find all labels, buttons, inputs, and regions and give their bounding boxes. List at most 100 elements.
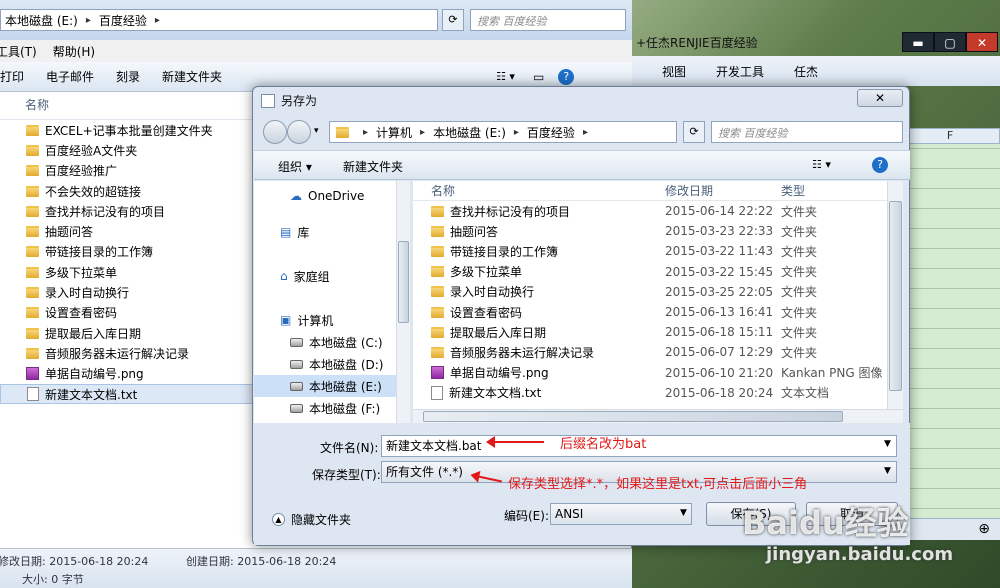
list-item-label: 不会失效的超链接 [45,184,142,199]
file-name-cell: 设置查看密码 [413,304,665,321]
preview-pane-icon[interactable]: ▭ [533,70,544,84]
table-row[interactable]: 查找并标记没有的项目 2015-06-14 22:22 文件夹 [413,201,897,221]
crumb-folder[interactable]: 百度经验 [527,124,575,141]
print-button[interactable]: 打印 [0,68,24,85]
list-item[interactable]: 不会失效的超链接 [0,181,258,201]
file-type: Kankan PNG 图像 [781,366,883,381]
folder-icon [431,245,444,257]
folder-icon [26,347,39,359]
minimize-icon[interactable]: ▬ [902,32,934,52]
maximize-icon[interactable]: ▢ [934,32,966,52]
file-type: 文件夹 [781,204,818,219]
dialog-search-input[interactable]: 搜索 百度经验 [711,121,903,143]
menu-help[interactable]: 帮助(H) [53,43,95,60]
table-row[interactable]: 多级下拉菜单 2015-03-22 15:45 文件夹 [413,262,897,282]
ribbon-tab-renjie[interactable]: 任杰 [794,63,818,80]
list-item-label: 带链接目录的工作簿 [45,245,154,260]
table-row[interactable]: 设置查看密码 2015-06-13 16:41 文件夹 [413,302,897,322]
nav-scrollbar[interactable] [396,181,410,423]
hide-folders-toggle[interactable]: ▲ 隐藏文件夹 [272,511,351,528]
dialog-close-button[interactable]: ✕ [857,89,903,107]
ribbon-tab-developer[interactable]: 开发工具 [716,63,764,80]
list-item[interactable]: 带链接目录的工作簿 [0,242,258,262]
list-item[interactable]: 抽题问答 [0,221,258,241]
close-icon[interactable]: ✕ [966,32,998,52]
hscroll-thumb[interactable] [423,411,843,422]
table-row[interactable]: 录入时自动换行 2015-03-25 22:05 文件夹 [413,282,897,302]
table-row[interactable]: 音频服务器未运行解决记录 2015-06-07 12:29 文件夹 [413,342,897,362]
table-row[interactable]: 抽题问答 2015-03-23 22:33 文件夹 [413,221,897,241]
email-button[interactable]: 电子邮件 [46,68,94,85]
nav-item[interactable]: ⌂ 家庭组 [254,265,409,287]
ribbon-tab-view[interactable]: 视图 [662,63,686,80]
crumb-drive[interactable]: 本地磁盘 (E:) [433,124,506,141]
list-item[interactable]: 百度经验推广 [0,161,258,181]
list-item[interactable]: 查找并标记没有的项目 [0,201,258,221]
menu-tools[interactable]: 工具(T) [0,43,37,60]
nav-scroll-thumb[interactable] [398,241,409,323]
table-row[interactable]: 新建文本文档.txt 2015-06-18 20:24 文本文档 [413,383,897,403]
list-item[interactable]: 设置查看密码 [0,303,258,323]
breadcrumb-folder[interactable]: 百度经验 [99,12,147,29]
encoding-select[interactable]: ANSI [550,503,692,525]
list-item[interactable]: 单据自动编号.png [0,364,258,384]
nav-item[interactable]: 本地磁盘 (C:) [254,331,409,353]
file-name-cell: 查找并标记没有的项目 [413,203,665,220]
excel-grid[interactable] [900,128,1000,528]
nav-item[interactable]: ▤ 库 [254,221,409,243]
table-row[interactable]: 单据自动编号.png 2015-06-10 21:20 Kankan PNG 图像 [413,363,897,383]
nav-item[interactable]: ▣ 计算机 [254,309,409,331]
chevron-right-icon: ▸ [363,126,369,138]
table-row[interactable]: 带链接目录的工作簿 2015-03-22 11:43 文件夹 [413,241,897,261]
refresh-icon[interactable]: ⟳ [683,121,705,143]
dialog-toolbar: 组织 ▾ 新建文件夹 ☷ ▾ ? [254,150,910,180]
column-date[interactable]: 修改日期 [665,182,781,199]
scroll-thumb[interactable] [889,201,902,391]
column-header-name[interactable]: 名称 [0,92,258,120]
refresh-icon[interactable]: ⟳ [442,9,464,31]
nav-item-label: 本地磁盘 (E:) [309,379,382,394]
new-folder-button[interactable]: 新建文件夹 [162,68,222,85]
excel-column-header[interactable]: F [900,128,1000,144]
drive-icon [290,337,303,347]
list-item[interactable]: 录入时自动换行 [0,282,258,302]
file-list-hscrollbar[interactable] [413,409,903,423]
list-item[interactable]: EXCEL+记事本批量创建文件夹 [0,120,258,140]
add-sheet-icon[interactable]: ⊕ [978,521,990,537]
dialog-address-box[interactable]: ▸ 计算机 ▸ 本地磁盘 (E:) ▸ 百度经验 ▸ [329,121,677,143]
burn-button[interactable]: 刻录 [116,68,140,85]
list-item[interactable]: 音频服务器未运行解决记录 [0,343,258,363]
column-type[interactable]: 类型 [781,182,897,199]
back-arrow-icon[interactable] [263,120,287,144]
chevron-down-icon[interactable]: ▼ [680,508,687,518]
table-row[interactable]: 提取最后入库日期 2015-06-18 15:11 文件夹 [413,322,897,342]
breadcrumb-drive[interactable]: 本地磁盘 (E:) [5,12,78,29]
file-date: 2015-06-07 12:29 [665,345,774,360]
modified-value: 2015-06-18 20:24 [49,555,149,568]
nav-item-label: 本地磁盘 (D:) [309,357,384,372]
list-item[interactable]: 提取最后入库日期 [0,323,258,343]
crumb-computer[interactable]: 计算机 [376,124,412,141]
new-folder-button[interactable]: 新建文件夹 [343,158,403,175]
view-options-icon[interactable]: ☷ ▾ [812,158,831,171]
list-item[interactable]: 多级下拉菜单 [0,262,258,282]
explorer-search-input[interactable]: 搜索 百度经验 [470,9,626,31]
nav-item[interactable]: 本地磁盘 (D:) [254,353,409,375]
explorer-address-box[interactable]: 本地磁盘 (E:) ▸ 百度经验 ▸ [0,9,438,31]
organize-button[interactable]: 组织 ▾ [278,158,312,175]
forward-arrow-icon[interactable] [287,120,311,144]
column-name[interactable]: 名称 [413,182,665,199]
chevron-down-icon[interactable]: ▼ [884,466,891,476]
encoding-label: 编码(E): [504,509,549,523]
list-item[interactable]: 百度经验A文件夹 [0,140,258,160]
chevron-down-icon[interactable]: ▼ [884,439,891,449]
nav-item[interactable]: ☁ OneDrive [254,185,409,207]
nav-item[interactable]: 本地磁盘 (F:) [254,397,409,419]
history-dropdown-icon[interactable]: ▾ [314,126,319,136]
file-list-scrollbar[interactable] [887,181,903,409]
help-icon[interactable]: ? [872,157,888,173]
nav-item[interactable]: 本地磁盘 (E:) [254,375,409,397]
view-options-icon[interactable]: ☷ ▾ [496,70,515,83]
help-icon[interactable]: ? [558,68,575,85]
list-item[interactable]: 新建文本文档.txt [0,383,258,405]
